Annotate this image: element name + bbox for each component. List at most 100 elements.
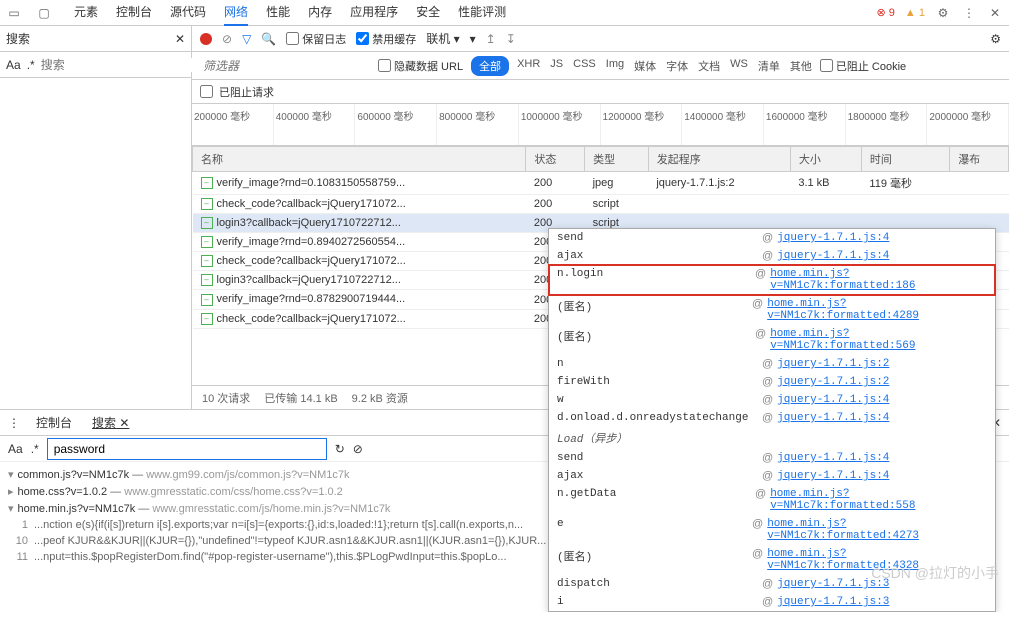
filter-type[interactable]: Img — [606, 58, 624, 74]
blocked-cookie-checkbox[interactable]: 已阻止 Cookie — [820, 58, 906, 74]
summary-resources: 9.2 kB 资源 — [352, 390, 408, 405]
case-icon[interactable]: Aa — [6, 58, 21, 72]
stack-frame[interactable]: send@jquery-1.7.1.js:4 — [549, 229, 995, 247]
filter-input[interactable] — [200, 56, 370, 76]
stack-frame[interactable]: e@home.min.js?v=NM1c7k:formatted:4273 — [549, 515, 995, 545]
stack-frame[interactable]: d.onload.d.onreadystatechange@jquery-1.7… — [549, 409, 995, 427]
search-input[interactable] — [41, 58, 196, 72]
filter-type[interactable]: 清单 — [758, 58, 780, 74]
devtools-tabs: 元素控制台源代码网络性能内存应用程序安全性能评测 — [74, 0, 506, 26]
filter-type[interactable]: 文档 — [698, 58, 720, 74]
regex-icon[interactable]: .* — [31, 442, 39, 456]
stack-separator: Load（异步） — [549, 427, 995, 449]
error-badge[interactable]: ⊗ 9 — [877, 6, 895, 19]
tab-8[interactable]: 性能评测 — [458, 0, 506, 26]
drawer-search-input[interactable] — [47, 438, 327, 460]
refresh-icon[interactable]: ↻ — [335, 442, 345, 456]
stack-frame[interactable]: ajax@jquery-1.7.1.js:4 — [549, 467, 995, 485]
column-header[interactable]: 瀑布 — [950, 147, 1009, 172]
gear-icon[interactable]: ⚙ — [935, 5, 951, 21]
drawer-menu-icon[interactable]: ⋮ — [8, 416, 20, 430]
timeline-tick: 2000000 毫秒 — [927, 104, 1009, 145]
filter-all[interactable]: 全部 — [471, 56, 509, 76]
online-select[interactable]: 联机 ▾ — [426, 30, 459, 47]
network-toolbar: ⊘ ▽ 🔍 保留日志 禁用缓存 联机 ▾ ▾ ↥ ↧ ⚙ — [192, 26, 1009, 52]
tab-6[interactable]: 应用程序 — [350, 0, 398, 26]
table-row[interactable]: –verify_image?rnd=0.1083150558759...200j… — [193, 172, 1009, 195]
gear-icon[interactable]: ⚙ — [990, 32, 1001, 46]
timeline-tick: 600000 毫秒 — [355, 104, 437, 145]
filter-type[interactable]: JS — [550, 58, 563, 74]
table-row[interactable]: –check_code?callback=jQuery171072...200s… — [193, 195, 1009, 214]
warning-badge[interactable]: ▲ 1 — [905, 7, 925, 19]
search-header: 搜索 ✕ — [0, 26, 191, 52]
stack-frame[interactable]: n@jquery-1.7.1.js:2 — [549, 355, 995, 373]
timeline-tick: 1800000 毫秒 — [846, 104, 928, 145]
search-icon[interactable]: 🔍 — [261, 32, 276, 46]
stack-frame[interactable]: n.getData@home.min.js?v=NM1c7k:formatted… — [549, 485, 995, 515]
main-toolbar: ▭ ▢ 元素控制台源代码网络性能内存应用程序安全性能评测 ⊗ 9 ▲ 1 ⚙ ⋮… — [0, 0, 1009, 26]
timeline[interactable]: 200000 毫秒400000 毫秒600000 毫秒800000 毫秒1000… — [192, 104, 1009, 146]
stack-frame[interactable]: i@jquery-1.7.1.js:3 — [549, 593, 995, 611]
throttle-select[interactable]: ▾ — [470, 32, 476, 46]
kebab-icon[interactable]: ⋮ — [961, 5, 977, 21]
tab-3[interactable]: 网络 — [224, 0, 248, 26]
stack-frame[interactable]: fireWith@jquery-1.7.1.js:2 — [549, 373, 995, 391]
upload-icon[interactable]: ↥ — [486, 32, 496, 46]
filter-icon[interactable]: ▽ — [242, 32, 251, 46]
column-header[interactable]: 名称 — [193, 147, 526, 172]
case-icon[interactable]: Aa — [8, 442, 23, 456]
watermark: CSDN @拉灯的小手 — [871, 563, 999, 583]
inspect-icon[interactable]: ▭ — [6, 5, 22, 21]
drawer-tab-console[interactable]: 控制台 — [32, 412, 76, 433]
stack-frame[interactable]: w@jquery-1.7.1.js:4 — [549, 391, 995, 409]
filter-type[interactable]: 其他 — [790, 58, 812, 74]
search-input-row: Aa .* ↻ ✕ — [0, 52, 191, 78]
stack-frame[interactable]: ajax@jquery-1.7.1.js:4 — [549, 247, 995, 265]
stack-frame[interactable]: n.login@home.min.js?v=NM1c7k:formatted:1… — [549, 265, 995, 295]
column-header[interactable]: 大小 — [790, 147, 861, 172]
summary-requests: 10 次请求 — [202, 390, 250, 405]
timeline-tick: 800000 毫秒 — [437, 104, 519, 145]
hide-data-checkbox[interactable]: 隐藏数据 URL — [378, 58, 463, 74]
column-header[interactable]: 时间 — [861, 147, 949, 172]
table-header-row: 名称状态类型发起程序大小时间瀑布 — [193, 147, 1009, 172]
download-icon[interactable]: ↧ — [506, 32, 516, 46]
filter-type[interactable]: XHR — [517, 58, 540, 74]
stop-icon[interactable]: ⊘ — [222, 32, 232, 46]
blocked-row: 已阻止请求 — [192, 80, 1009, 104]
timeline-tick: 400000 毫秒 — [274, 104, 356, 145]
filter-row: 隐藏数据 URL 全部 XHR JS CSS Img 媒体字体文档 WS 清单其他 已阻止 … — [192, 52, 1009, 80]
column-header[interactable]: 状态 — [526, 147, 585, 172]
tab-2[interactable]: 源代码 — [170, 0, 206, 26]
record-icon[interactable] — [200, 33, 212, 45]
tab-4[interactable]: 性能 — [266, 0, 290, 26]
tab-7[interactable]: 安全 — [416, 0, 440, 26]
blocked-requests-checkbox[interactable] — [200, 85, 213, 98]
column-header[interactable]: 类型 — [585, 147, 649, 172]
stack-frame[interactable]: send@jquery-1.7.1.js:4 — [549, 449, 995, 467]
timeline-tick: 1000000 毫秒 — [519, 104, 601, 145]
disable-cache-checkbox[interactable]: 禁用缓存 — [356, 31, 416, 47]
filter-type[interactable]: WS — [730, 58, 748, 74]
tab-1[interactable]: 控制台 — [116, 0, 152, 26]
clear-icon[interactable]: ✕ — [175, 32, 185, 46]
blocked-label: 已阻止请求 — [219, 84, 274, 100]
filter-type[interactable]: 媒体 — [634, 58, 656, 74]
cancel-icon[interactable]: ⊘ — [353, 442, 363, 456]
filter-type[interactable]: CSS — [573, 58, 596, 74]
filter-types: XHR JS CSS Img 媒体字体文档 WS 清单其他 — [517, 58, 812, 74]
close-icon[interactable]: ✕ — [987, 5, 1003, 21]
column-header[interactable]: 发起程序 — [648, 147, 790, 172]
preserve-log-checkbox[interactable]: 保留日志 — [286, 31, 346, 47]
drawer-tab-search[interactable]: 搜索 ✕ — [88, 412, 133, 433]
tab-5[interactable]: 内存 — [308, 0, 332, 26]
device-icon[interactable]: ▢ — [36, 5, 52, 21]
filter-type[interactable]: 字体 — [666, 58, 688, 74]
initiator-stack-popup: send@jquery-1.7.1.js:4ajax@jquery-1.7.1.… — [548, 228, 996, 612]
regex-icon[interactable]: .* — [27, 58, 35, 72]
stack-frame[interactable]: (匿名)@home.min.js?v=NM1c7k:formatted:4289 — [549, 295, 995, 325]
stack-frame[interactable]: (匿名)@home.min.js?v=NM1c7k:formatted:569 — [549, 325, 995, 355]
timeline-tick: 1400000 毫秒 — [682, 104, 764, 145]
tab-0[interactable]: 元素 — [74, 0, 98, 26]
